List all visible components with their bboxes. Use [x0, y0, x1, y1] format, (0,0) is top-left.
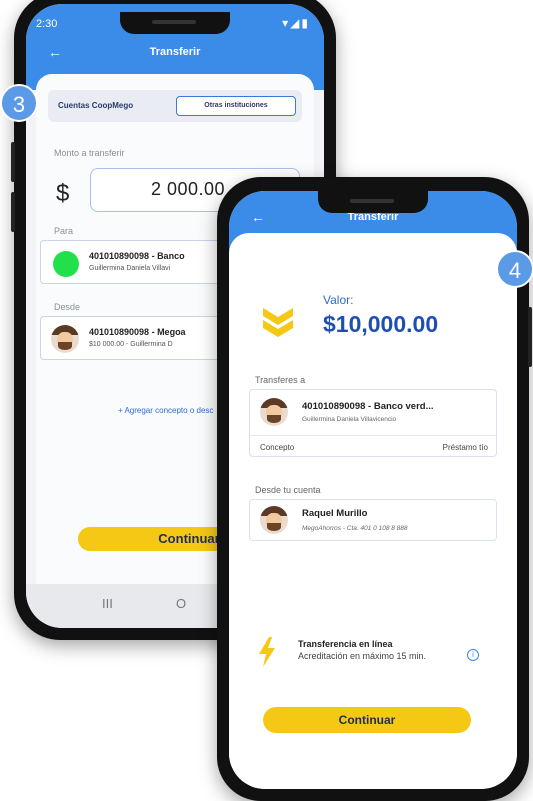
from-label: Desde — [54, 302, 81, 312]
step-3-badge: 3 — [0, 84, 38, 122]
double-chevron-down-icon — [263, 308, 293, 337]
destination-account-title: 401010890098 - Banco — [89, 251, 185, 261]
continue-button[interactable]: Continuar — [263, 707, 471, 733]
info-icon[interactable]: i — [467, 649, 479, 661]
source-account-owner: Raquel Murillo — [302, 508, 368, 519]
destination-card: 401010890098 - Banco verd... Guillermina… — [249, 389, 497, 457]
from-account-label: Desde tu cuenta — [255, 485, 321, 495]
divider — [250, 435, 496, 436]
amount-label: Monto a transferir — [54, 148, 125, 158]
volume-down-button — [11, 192, 15, 232]
confirmation-body: Valor: $10,000.00 Transferes a 401010890… — [229, 233, 517, 789]
amount-label: Valor: — [323, 293, 354, 307]
step-4-badge: 4 — [496, 250, 533, 288]
avatar — [260, 398, 288, 426]
source-account-title: 401010890098 - Megoa — [89, 327, 186, 337]
concept-value: Préstamo tío — [442, 443, 488, 452]
source-account-balance: $10 000.00 - Guillermina D — [89, 341, 173, 348]
destination-account-title: 401010890098 - Banco verd... — [302, 401, 434, 412]
recent-apps-icon[interactable]: III — [102, 596, 113, 611]
status-time: 2:30 — [36, 18, 58, 30]
source-account-detail: MegoAhorros - Cta. 401 0 108 8 888 — [302, 525, 408, 532]
concept-label: Concepto — [260, 443, 295, 452]
camera-notch — [318, 191, 428, 213]
bank-status-icon — [53, 251, 79, 277]
destination-account-holder: Guillermina Daniela Villavi — [89, 265, 171, 272]
avatar — [260, 506, 288, 534]
lightning-bolt-icon — [259, 637, 275, 667]
power-button — [528, 307, 532, 367]
home-icon[interactable]: O — [176, 596, 186, 611]
tab-otras-instituciones[interactable]: Otras instituciones — [176, 96, 296, 116]
page-title: Transferir — [149, 46, 201, 58]
account-type-tabs: Cuentas CoopMego Otras instituciones — [48, 90, 302, 122]
camera-notch — [120, 12, 230, 34]
online-transfer-detail: Acreditación en máximo 15 min. — [298, 651, 427, 661]
to-label: Para — [54, 226, 74, 236]
currency-symbol: $ — [56, 180, 70, 207]
online-transfer-title: Transferencia en línea — [298, 639, 393, 649]
avatar — [51, 325, 79, 353]
tab-cuentas-coopmego[interactable]: Cuentas CoopMego — [58, 101, 133, 110]
source-account-card: Raquel Murillo MegoAhorros - Cta. 401 0 … — [249, 499, 497, 541]
volume-up-button — [11, 142, 15, 182]
amount-value: $10,000.00 — [323, 311, 439, 337]
amount-value: 2 000.00 — [151, 179, 226, 199]
screen: ← Transferir Valor: $10,000.00 Transfere… — [229, 191, 517, 789]
transfer-to-label: Transferes a — [255, 375, 306, 385]
add-concept-link[interactable]: + Agregar concepto o desc — [118, 406, 213, 415]
phone-transfer-confirmation: ← Transferir Valor: $10,000.00 Transfere… — [217, 177, 532, 801]
status-icons: ▾◢▮ — [282, 16, 310, 30]
destination-account-holder: Guillermina Daniela Villavicencio — [302, 416, 397, 423]
